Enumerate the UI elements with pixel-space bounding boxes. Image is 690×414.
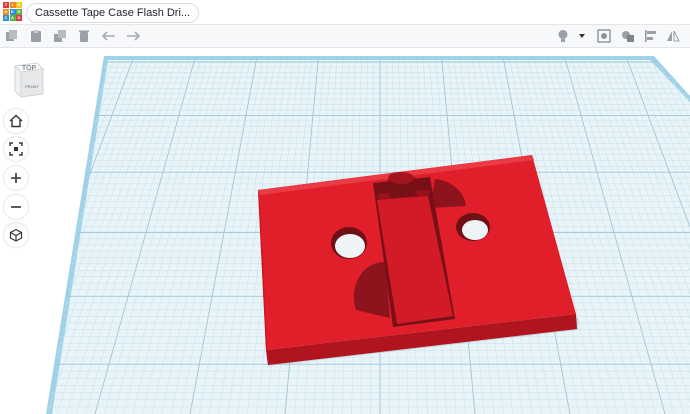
home-view-icon <box>9 114 23 128</box>
hide-icon[interactable] <box>596 28 612 44</box>
group-icon[interactable] <box>620 28 636 44</box>
workplane-canvas[interactable] <box>0 48 690 414</box>
zoom-in-icon <box>11 173 21 183</box>
delete-icon[interactable] <box>76 28 92 44</box>
viewcube-top-label: TOP <box>21 65 37 72</box>
logo-tile: N <box>16 2 22 8</box>
logo-tile: I <box>9 2 16 8</box>
logo-tile: A <box>9 15 16 21</box>
lightbulb-icon[interactable] <box>555 28 571 44</box>
align-icon[interactable] <box>643 28 659 44</box>
fit-view-button[interactable] <box>4 137 28 161</box>
duplicate-icon[interactable] <box>52 28 68 44</box>
dropdown-arrow-icon[interactable] <box>574 28 590 44</box>
zoom-out-icon <box>11 206 21 208</box>
ortho-view-icon <box>9 228 23 242</box>
logo-tile: T <box>3 2 9 8</box>
logo-tile: R <box>16 8 22 15</box>
ortho-view-button[interactable] <box>4 223 28 247</box>
logo-tile: D <box>16 15 22 21</box>
zoom-in-button[interactable] <box>4 166 28 190</box>
viewcube-front-label: FRONT <box>25 84 39 89</box>
copy-icon[interactable] <box>4 28 20 44</box>
home-view-button[interactable] <box>4 109 28 133</box>
logo-tile: E <box>9 8 16 15</box>
undo-icon[interactable] <box>101 28 117 44</box>
paste-icon[interactable] <box>28 28 44 44</box>
fit-view-icon <box>9 142 23 156</box>
zoom-out-button[interactable] <box>4 195 28 219</box>
redo-icon[interactable] <box>125 28 141 44</box>
design-title[interactable]: Cassette Tape Case Flash Dri... <box>26 3 200 23</box>
mirror-icon[interactable] <box>665 28 681 44</box>
logo-tile: K <box>3 8 9 15</box>
edit-toolbar <box>0 25 690 48</box>
workplane[interactable]: TOP FRONT <box>0 48 690 414</box>
top-bar: TIN KER CAD Cassette Tape Case Flash Dri..… <box>0 0 690 25</box>
logo-tile: C <box>3 15 9 21</box>
tinkercad-logo[interactable]: TIN KER CAD <box>3 2 22 21</box>
viewcube[interactable]: TOP FRONT <box>12 60 46 98</box>
